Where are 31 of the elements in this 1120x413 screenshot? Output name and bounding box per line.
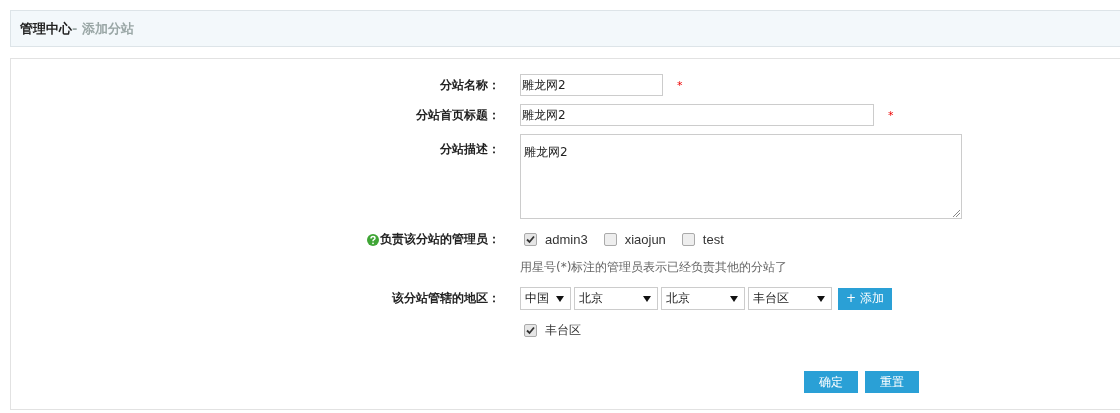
hint-text: 用星号(*)标注的管理员表示已经负责其他的分站了 bbox=[520, 259, 788, 276]
field-label: 负责该分站的管理员： bbox=[380, 231, 500, 248]
checkbox[interactable] bbox=[524, 324, 537, 337]
dropdown[interactable]: 北京 bbox=[661, 287, 745, 310]
checkbox[interactable] bbox=[603, 233, 617, 246]
required-mark: * bbox=[677, 78, 683, 92]
dropdown[interactable]: 中国 bbox=[520, 287, 571, 310]
field-label: 分站名称： bbox=[439, 76, 500, 94]
checkbox-label: 丰台区 bbox=[545, 322, 581, 339]
caret-icon bbox=[730, 295, 738, 302]
checkbox-label: admin3 bbox=[545, 232, 588, 247]
caret-icon bbox=[643, 295, 651, 302]
description-field[interactable]: 雕龙网2 bbox=[520, 134, 962, 219]
checkbox[interactable] bbox=[681, 233, 695, 246]
field-label: 该分站管辖的地区： bbox=[391, 290, 500, 307]
page-title: 管理中心 bbox=[20, 19, 72, 38]
field-label: 分站描述： bbox=[439, 141, 500, 158]
dropdown[interactable]: 丰台区 bbox=[748, 287, 832, 310]
checkbox-label: test bbox=[702, 232, 724, 247]
page-subtitle: - 添加分站 bbox=[72, 19, 134, 38]
title-field[interactable]: 雕龙网2 bbox=[520, 104, 874, 126]
help-icon[interactable] bbox=[367, 233, 379, 246]
field-label: 分站首页标题： bbox=[415, 106, 500, 124]
required-mark: * bbox=[888, 108, 894, 122]
checkbox[interactable] bbox=[524, 233, 537, 246]
resize-grip-icon[interactable] bbox=[953, 210, 960, 217]
dropdown[interactable]: 北京 bbox=[574, 287, 658, 310]
caret-icon bbox=[556, 295, 564, 302]
checkbox-label: xiaojun bbox=[624, 232, 666, 247]
caret-icon bbox=[817, 295, 825, 302]
name-field[interactable]: 雕龙网2 bbox=[520, 74, 663, 96]
